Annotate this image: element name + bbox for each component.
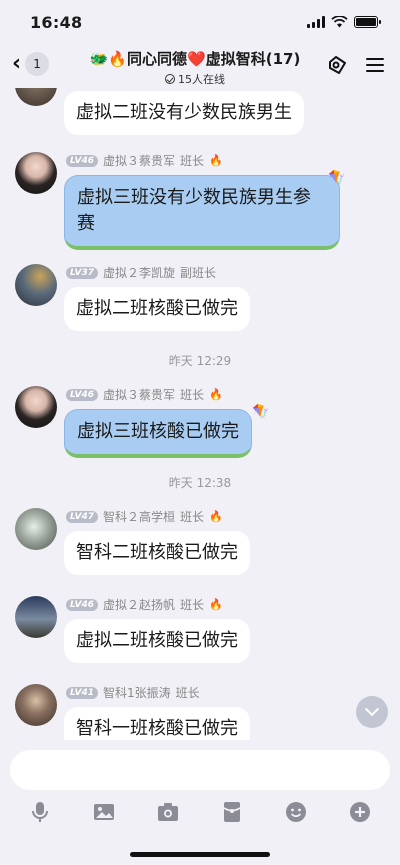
sender-name[interactable]: 智科２高学桓	[103, 508, 175, 525]
plus-icon[interactable]	[346, 798, 374, 826]
menu-icon[interactable]	[366, 58, 384, 72]
fire-icon: 🔥	[209, 388, 223, 401]
message-bubble[interactable]: 虚拟二班核酸已做完	[64, 619, 250, 663]
chat-area[interactable]: 虚拟二班没有少数民族男生 LV46 虚拟３蔡贵军 班长 🔥 虚拟三班没有少数民族…	[0, 88, 400, 740]
status-time: 16:48	[30, 12, 83, 32]
time-separator: 昨天 12:38	[168, 476, 232, 490]
sender-name[interactable]: 虚拟２李凯旋	[103, 264, 175, 281]
sender-role: 副班长	[180, 266, 217, 280]
message-input[interactable]	[10, 750, 390, 790]
chat-title: 🐲🔥同心同德❤️虚拟智科(17)	[60, 48, 330, 69]
emoji-icon[interactable]	[282, 798, 310, 826]
nav-bar: ‹ 1 🐲🔥同心同德❤️虚拟智科(17) 15人在线	[0, 44, 400, 88]
sender-meta: LV46 虚拟３蔡贵军 班长 🔥	[66, 152, 223, 169]
message-bubble[interactable]: 虚拟二班没有少数民族男生	[64, 91, 304, 135]
message-bubble[interactable]: 虚拟二班核酸已做完	[64, 287, 250, 331]
wifi-icon	[331, 16, 348, 28]
chevron-left-icon: ‹	[12, 51, 22, 76]
scroll-to-bottom-button[interactable]	[356, 696, 388, 728]
sender-name[interactable]: 虚拟２赵扬帆	[103, 596, 175, 613]
sender-role: 班长	[180, 154, 205, 168]
group-logo-icon: 🐲	[89, 50, 109, 68]
red-packet-icon[interactable]	[218, 798, 246, 826]
unread-count-badge: 1	[25, 52, 50, 76]
avatar[interactable]	[15, 386, 57, 428]
sender-meta: LV41 智科1张振涛 班长	[66, 684, 200, 701]
input-toolbar	[0, 798, 400, 826]
chat-title-area[interactable]: 🐲🔥同心同德❤️虚拟智科(17) 15人在线	[60, 48, 330, 87]
sender-name[interactable]: 虚拟３蔡贵军	[103, 386, 175, 403]
sender-meta: LV46 虚拟３蔡贵军 班长 🔥	[66, 386, 223, 403]
sender-role: 班长	[180, 510, 205, 524]
image-icon[interactable]	[90, 798, 118, 826]
level-badge: LV37	[66, 266, 98, 279]
avatar[interactable]	[15, 264, 57, 306]
online-check-icon	[165, 74, 175, 84]
avatar[interactable]	[15, 88, 57, 106]
avatar[interactable]	[15, 152, 57, 194]
kite-icon: 🪁	[328, 170, 346, 186]
battery-icon	[354, 16, 381, 28]
sender-name[interactable]: 虚拟３蔡贵军	[103, 152, 175, 169]
online-count: 15人在线	[178, 73, 225, 86]
level-badge: LV47	[66, 510, 98, 523]
kite-icon: 🪁	[252, 404, 270, 420]
fire-icon: 🔥	[209, 154, 223, 167]
message-bubble[interactable]: 虚拟三班没有少数民族男生参赛	[64, 175, 340, 250]
sender-role: 班长	[180, 388, 205, 402]
back-button[interactable]: ‹ 1	[12, 51, 50, 76]
fire-icon: 🔥	[209, 598, 223, 611]
message-bubble[interactable]: 虚拟三班核酸已做完	[64, 409, 252, 458]
avatar[interactable]	[15, 684, 57, 726]
chevron-down-icon	[364, 702, 380, 717]
input-area	[0, 740, 400, 865]
message-bubble[interactable]: 智科二班核酸已做完	[64, 531, 250, 575]
level-badge: LV46	[66, 154, 98, 167]
sender-name[interactable]: 智科1张振涛	[103, 684, 171, 701]
nav-actions	[326, 54, 384, 76]
level-badge: LV41	[66, 686, 98, 699]
avatar[interactable]	[15, 508, 57, 550]
message-bubble[interactable]: 智科一班核酸已做完	[64, 707, 250, 740]
sender-meta: LV46 虚拟２赵扬帆 班长 🔥	[66, 596, 223, 613]
avatar[interactable]	[15, 596, 57, 638]
home-indicator[interactable]	[130, 852, 270, 857]
time-separator: 昨天 12:29	[168, 354, 232, 368]
status-icons	[307, 16, 381, 28]
cellular-signal-icon	[307, 16, 325, 28]
chat-title-text: 同心同德❤️虚拟智科(17)	[127, 50, 301, 68]
fire-icon: 🔥	[108, 50, 128, 68]
level-badge: LV46	[66, 388, 98, 401]
fire-icon: 🔥	[209, 510, 223, 523]
online-status: 15人在线	[60, 71, 330, 87]
microphone-icon[interactable]	[26, 798, 54, 826]
status-bar: 16:48	[0, 0, 400, 44]
sender-role: 班长	[180, 598, 205, 612]
group-app-icon[interactable]	[326, 54, 348, 76]
sender-meta: LV37 虚拟２李凯旋 副班长	[66, 264, 216, 281]
camera-icon[interactable]	[154, 798, 182, 826]
sender-meta: LV47 智科２高学桓 班长 🔥	[66, 508, 223, 525]
sender-role: 班长	[175, 686, 200, 700]
level-badge: LV46	[66, 598, 98, 611]
